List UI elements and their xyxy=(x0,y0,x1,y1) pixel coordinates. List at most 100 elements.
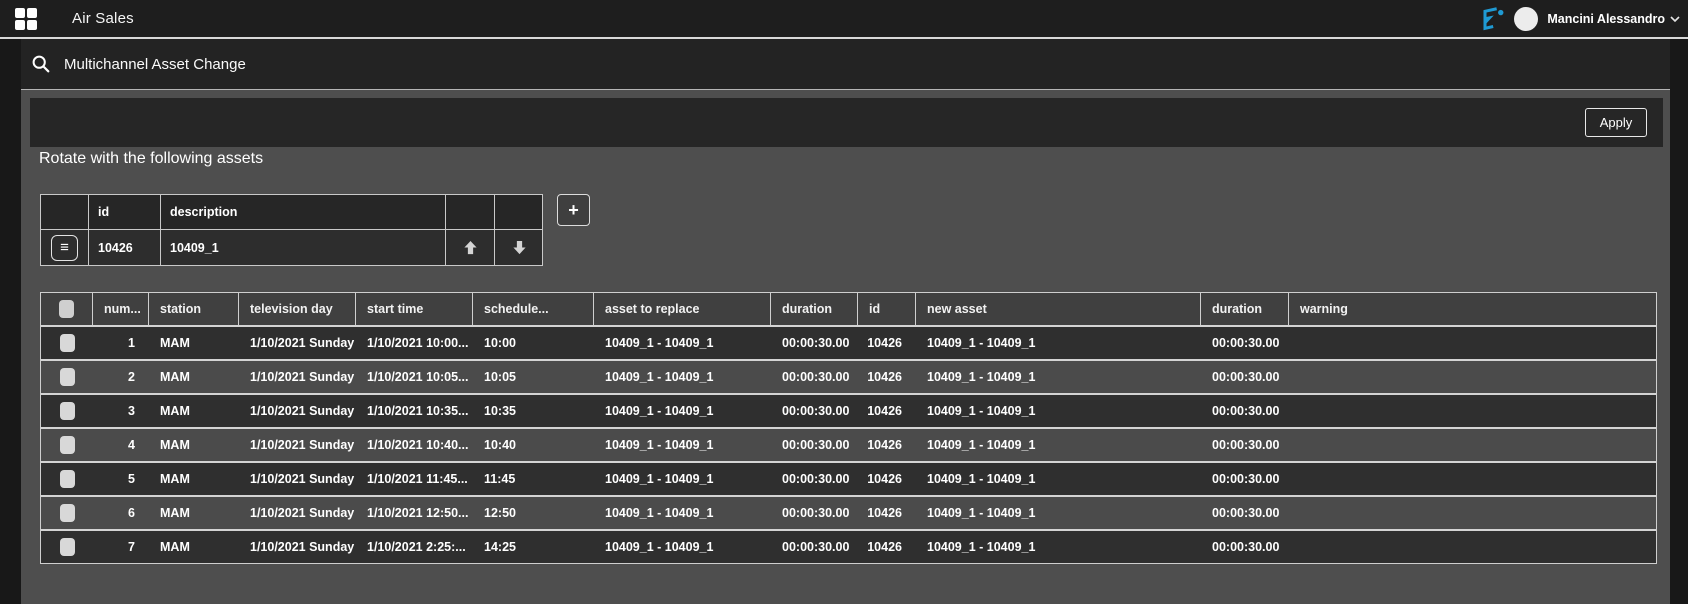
add-asset-button[interactable]: + xyxy=(557,194,590,226)
row-checkbox-cell xyxy=(41,429,93,461)
cell-warning xyxy=(1289,531,1656,563)
cell-duration2: 00:00:30.00 xyxy=(1201,531,1289,563)
row-checkbox[interactable] xyxy=(60,334,75,352)
header-asset-to-replace[interactable]: asset to replace xyxy=(594,293,771,325)
cell-schedule: 10:35 xyxy=(473,395,594,427)
cell-num: 3 xyxy=(93,395,149,427)
move-up-button[interactable] xyxy=(463,240,478,255)
cell-warning xyxy=(1289,497,1656,529)
cell-duration2: 00:00:30.00 xyxy=(1201,497,1289,529)
brand-logo-icon xyxy=(1478,5,1506,33)
row-checkbox[interactable] xyxy=(60,470,75,488)
grid-icon xyxy=(14,7,38,31)
cell-num: 5 xyxy=(93,463,149,495)
header-schedule[interactable]: schedule... xyxy=(473,293,594,325)
row-checkbox-cell xyxy=(41,531,93,563)
panel-toolbar: Apply xyxy=(30,98,1663,147)
user-name[interactable]: Mancini Alessandro xyxy=(1547,12,1665,26)
cell-schedule: 12:50 xyxy=(473,497,594,529)
search-icon xyxy=(31,54,51,74)
move-up-cell xyxy=(446,230,495,265)
cell-new_asset: 10409_1 - 10409_1 xyxy=(916,497,1201,529)
row-menu-button[interactable]: ≡ xyxy=(51,235,78,261)
cell-start_time: 1/10/2021 10:35... xyxy=(356,395,473,427)
cell-duration: 00:00:30.00 xyxy=(771,429,858,461)
menu-search-bar[interactable]: Multichannel Asset Change xyxy=(21,39,1670,89)
select-all-cell xyxy=(41,293,93,325)
asset-id-cell: 10426 xyxy=(89,230,161,265)
cell-warning xyxy=(1289,395,1656,427)
chevron-down-icon[interactable] xyxy=(1670,15,1680,23)
row-checkbox[interactable] xyxy=(60,538,75,556)
move-down-button[interactable] xyxy=(512,240,527,255)
row-checkbox[interactable] xyxy=(60,368,75,386)
cell-station: MAM xyxy=(149,463,239,495)
header-new-asset[interactable]: new asset xyxy=(916,293,1201,325)
cell-station: MAM xyxy=(149,429,239,461)
cell-warning xyxy=(1289,327,1656,359)
cell-start_time: 1/10/2021 11:45... xyxy=(356,463,473,495)
cell-new_asset: 10409_1 - 10409_1 xyxy=(916,531,1201,563)
header-num[interactable]: num... xyxy=(93,293,149,325)
schedule-table-body: 1MAM1/10/2021 Sunday1/10/2021 10:00...10… xyxy=(41,325,1656,563)
cell-duration2: 00:00:30.00 xyxy=(1201,429,1289,461)
cell-schedule: 10:00 xyxy=(473,327,594,359)
table-row[interactable]: 3MAM1/10/2021 Sunday1/10/2021 10:35...10… xyxy=(41,393,1656,427)
rotate-section-title: Rotate with the following assets xyxy=(39,150,263,168)
table-row[interactable]: 5MAM1/10/2021 Sunday1/10/2021 11:45...11… xyxy=(41,461,1656,495)
table-row[interactable]: 1MAM1/10/2021 Sunday1/10/2021 10:00...10… xyxy=(41,325,1656,359)
cell-station: MAM xyxy=(149,531,239,563)
table-row[interactable]: 4MAM1/10/2021 Sunday1/10/2021 10:40...10… xyxy=(41,427,1656,461)
rotate-assets-table: id description ≡ 10426 10409_1 xyxy=(40,194,543,266)
cell-new_asset: 10409_1 - 10409_1 xyxy=(916,361,1201,393)
cell-schedule: 11:45 xyxy=(473,463,594,495)
arrow-down-icon xyxy=(512,240,527,255)
cell-duration2: 00:00:30.00 xyxy=(1201,327,1289,359)
cell-asset_to_replace: 10409_1 - 10409_1 xyxy=(594,361,771,393)
apply-button[interactable]: Apply xyxy=(1585,108,1647,137)
select-all-checkbox[interactable] xyxy=(59,300,74,318)
cell-new_asset: 10409_1 - 10409_1 xyxy=(916,463,1201,495)
cell-duration: 00:00:30.00 xyxy=(771,395,858,427)
schedule-table-header-row: num... station television day start time… xyxy=(41,293,1656,325)
cell-schedule: 10:05 xyxy=(473,361,594,393)
cell-television_day: 1/10/2021 Sunday xyxy=(239,429,356,461)
header-duration-2[interactable]: duration xyxy=(1201,293,1289,325)
cell-id: 10426 xyxy=(858,531,916,563)
row-checkbox[interactable] xyxy=(60,402,75,420)
row-checkbox-cell xyxy=(41,327,93,359)
header-television-day[interactable]: television day xyxy=(239,293,356,325)
cell-asset_to_replace: 10409_1 - 10409_1 xyxy=(594,463,771,495)
cell-new_asset: 10409_1 - 10409_1 xyxy=(916,429,1201,461)
move-down-header-cell xyxy=(495,195,544,229)
table-row[interactable]: 6MAM1/10/2021 Sunday1/10/2021 12:50...12… xyxy=(41,495,1656,529)
header-start-time[interactable]: start time xyxy=(356,293,473,325)
cell-num: 1 xyxy=(93,327,149,359)
cell-asset_to_replace: 10409_1 - 10409_1 xyxy=(594,395,771,427)
header-warning[interactable]: warning xyxy=(1289,293,1656,325)
cell-new_asset: 10409_1 - 10409_1 xyxy=(916,327,1201,359)
cell-duration: 00:00:30.00 xyxy=(771,361,858,393)
header-duration[interactable]: duration xyxy=(771,293,858,325)
handle-header-cell xyxy=(41,195,89,229)
user-avatar[interactable] xyxy=(1514,7,1538,31)
app-grid-menu-button[interactable] xyxy=(12,5,40,33)
search-query-text: Multichannel Asset Change xyxy=(64,56,246,73)
header-station[interactable]: station xyxy=(149,293,239,325)
cell-duration2: 00:00:30.00 xyxy=(1201,463,1289,495)
cell-television_day: 1/10/2021 Sunday xyxy=(239,361,356,393)
cell-television_day: 1/10/2021 Sunday xyxy=(239,463,356,495)
table-row[interactable]: 2MAM1/10/2021 Sunday1/10/2021 10:05...10… xyxy=(41,359,1656,393)
cell-station: MAM xyxy=(149,497,239,529)
cell-duration2: 00:00:30.00 xyxy=(1201,395,1289,427)
rotate-asset-row[interactable]: ≡ 10426 10409_1 xyxy=(41,229,542,265)
cell-television_day: 1/10/2021 Sunday xyxy=(239,531,356,563)
row-checkbox[interactable] xyxy=(60,504,75,522)
cell-start_time: 1/10/2021 10:05... xyxy=(356,361,473,393)
table-row[interactable]: 7MAM1/10/2021 Sunday1/10/2021 2:25:...14… xyxy=(41,529,1656,563)
cell-id: 10426 xyxy=(858,429,916,461)
cell-num: 2 xyxy=(93,361,149,393)
cell-asset_to_replace: 10409_1 - 10409_1 xyxy=(594,497,771,529)
row-checkbox[interactable] xyxy=(60,436,75,454)
header-id[interactable]: id xyxy=(858,293,916,325)
